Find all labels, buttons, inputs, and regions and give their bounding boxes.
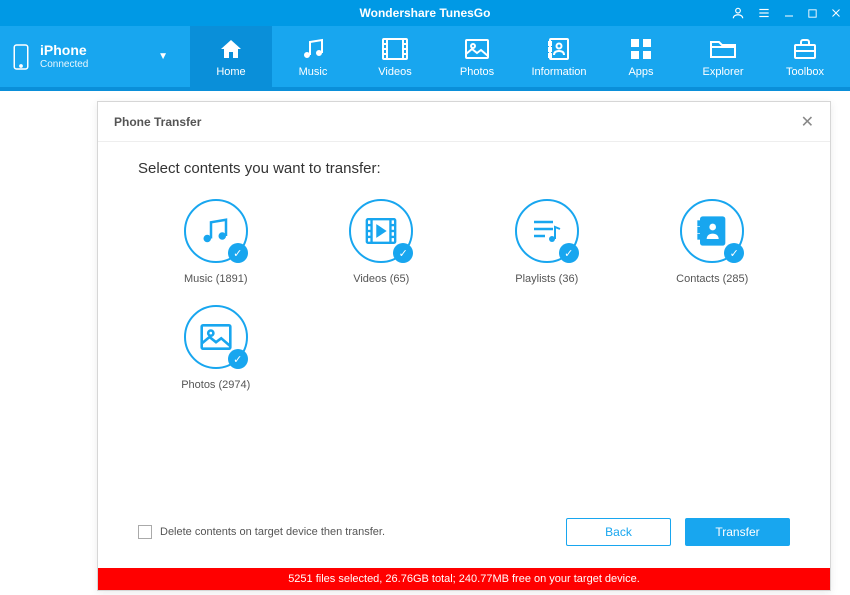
item-label: Playlists (36) xyxy=(515,273,578,285)
music-icon xyxy=(301,36,325,62)
tab-apps[interactable]: Apps xyxy=(600,26,682,87)
tab-label: Photos xyxy=(460,66,494,78)
status-bar: 5251 files selected, 26.76GB total; 240.… xyxy=(98,568,830,590)
dialog-close-icon[interactable]: ✕ xyxy=(801,112,814,132)
device-name: iPhone xyxy=(40,43,88,58)
delete-option-label: Delete contents on target device then tr… xyxy=(160,526,385,538)
tab-label: Music xyxy=(299,66,328,78)
item-label: Contacts (285) xyxy=(676,273,748,285)
home-icon xyxy=(218,36,244,62)
apps-icon xyxy=(630,36,652,62)
content-item-photos[interactable]: ✓ Photos (2974) xyxy=(138,305,294,391)
content-item-playlists[interactable]: ✓ Playlists (36) xyxy=(469,199,625,285)
tab-label: Toolbox xyxy=(786,66,824,78)
content-grid: ✓ Music (1891) ✓ Videos (65) ✓ xyxy=(138,199,790,391)
phone-icon xyxy=(12,43,30,71)
photos-circle: ✓ xyxy=(184,305,248,369)
dialog-buttons: Back Transfer xyxy=(566,518,790,546)
tab-explorer[interactable]: Explorer xyxy=(682,26,764,87)
item-label: Photos (2974) xyxy=(181,379,250,391)
music-circle: ✓ xyxy=(184,199,248,263)
app-title: Wondershare TunesGo xyxy=(360,6,491,20)
device-selector[interactable]: iPhone Connected ▼ xyxy=(0,26,180,87)
tab-music[interactable]: Music xyxy=(272,26,354,87)
content-item-contacts[interactable]: ✓ Contacts (285) xyxy=(635,199,791,285)
toolbox-icon xyxy=(793,36,817,62)
window-controls xyxy=(731,6,842,20)
content-item-videos[interactable]: ✓ Videos (65) xyxy=(304,199,460,285)
video-icon xyxy=(382,36,408,62)
tab-photos[interactable]: Photos xyxy=(436,26,518,87)
item-label: Music (1891) xyxy=(184,273,248,285)
check-icon: ✓ xyxy=(228,349,248,369)
tab-label: Videos xyxy=(378,66,411,78)
maximize-icon[interactable] xyxy=(807,8,818,19)
info-icon xyxy=(548,36,570,62)
dialog-title: Phone Transfer xyxy=(114,115,201,129)
check-icon: ✓ xyxy=(393,243,413,263)
photo-icon xyxy=(465,36,489,62)
check-icon: ✓ xyxy=(228,243,248,263)
instruction-text: Select contents you want to transfer: xyxy=(138,160,790,177)
chevron-down-icon: ▼ xyxy=(158,51,168,62)
delete-checkbox[interactable] xyxy=(138,525,152,539)
transfer-button[interactable]: Transfer xyxy=(685,518,790,546)
contacts-circle: ✓ xyxy=(680,199,744,263)
menu-icon[interactable] xyxy=(757,6,771,20)
check-icon: ✓ xyxy=(559,243,579,263)
tab-label: Information xyxy=(531,66,586,78)
device-text: iPhone Connected xyxy=(40,43,88,69)
item-label: Videos (65) xyxy=(353,273,409,285)
tab-videos[interactable]: Videos xyxy=(354,26,436,87)
dialog-body: Select contents you want to transfer: ✓ … xyxy=(98,142,830,391)
user-icon[interactable] xyxy=(731,6,745,20)
back-button[interactable]: Back xyxy=(566,518,671,546)
tab-label: Home xyxy=(216,66,245,78)
tab-label: Explorer xyxy=(703,66,744,78)
folder-icon xyxy=(710,36,736,62)
tab-information[interactable]: Information xyxy=(518,26,600,87)
phone-transfer-dialog: Phone Transfer ✕ Select contents you wan… xyxy=(97,101,831,591)
check-icon: ✓ xyxy=(724,243,744,263)
navbar: iPhone Connected ▼ Home Music Videos Pho… xyxy=(0,26,850,91)
nav-tabs: Home Music Videos Photos Information App… xyxy=(180,26,850,87)
videos-circle: ✓ xyxy=(349,199,413,263)
dialog-header: Phone Transfer ✕ xyxy=(98,102,830,142)
tab-label: Apps xyxy=(628,66,653,78)
titlebar: Wondershare TunesGo xyxy=(0,0,850,26)
dialog-footer: Delete contents on target device then tr… xyxy=(138,518,790,546)
device-status: Connected xyxy=(40,59,88,70)
close-icon[interactable] xyxy=(830,7,842,19)
playlists-circle: ✓ xyxy=(515,199,579,263)
content-item-music[interactable]: ✓ Music (1891) xyxy=(138,199,294,285)
tab-toolbox[interactable]: Toolbox xyxy=(764,26,846,87)
tab-home[interactable]: Home xyxy=(190,26,272,87)
minimize-icon[interactable] xyxy=(783,7,795,19)
